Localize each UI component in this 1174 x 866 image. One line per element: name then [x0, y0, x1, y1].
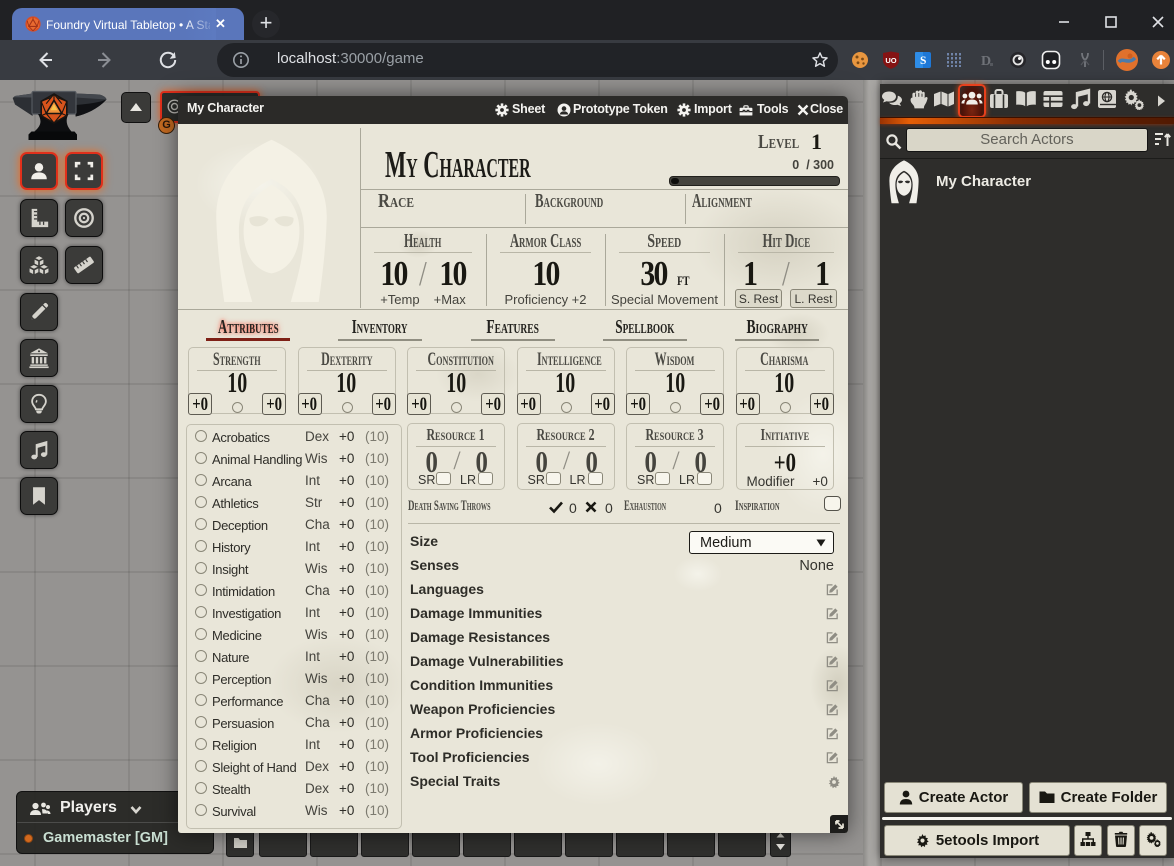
svg-text:UO: UO	[885, 56, 896, 65]
svg-text:D: D	[981, 54, 991, 69]
svg-text:S: S	[920, 55, 926, 67]
